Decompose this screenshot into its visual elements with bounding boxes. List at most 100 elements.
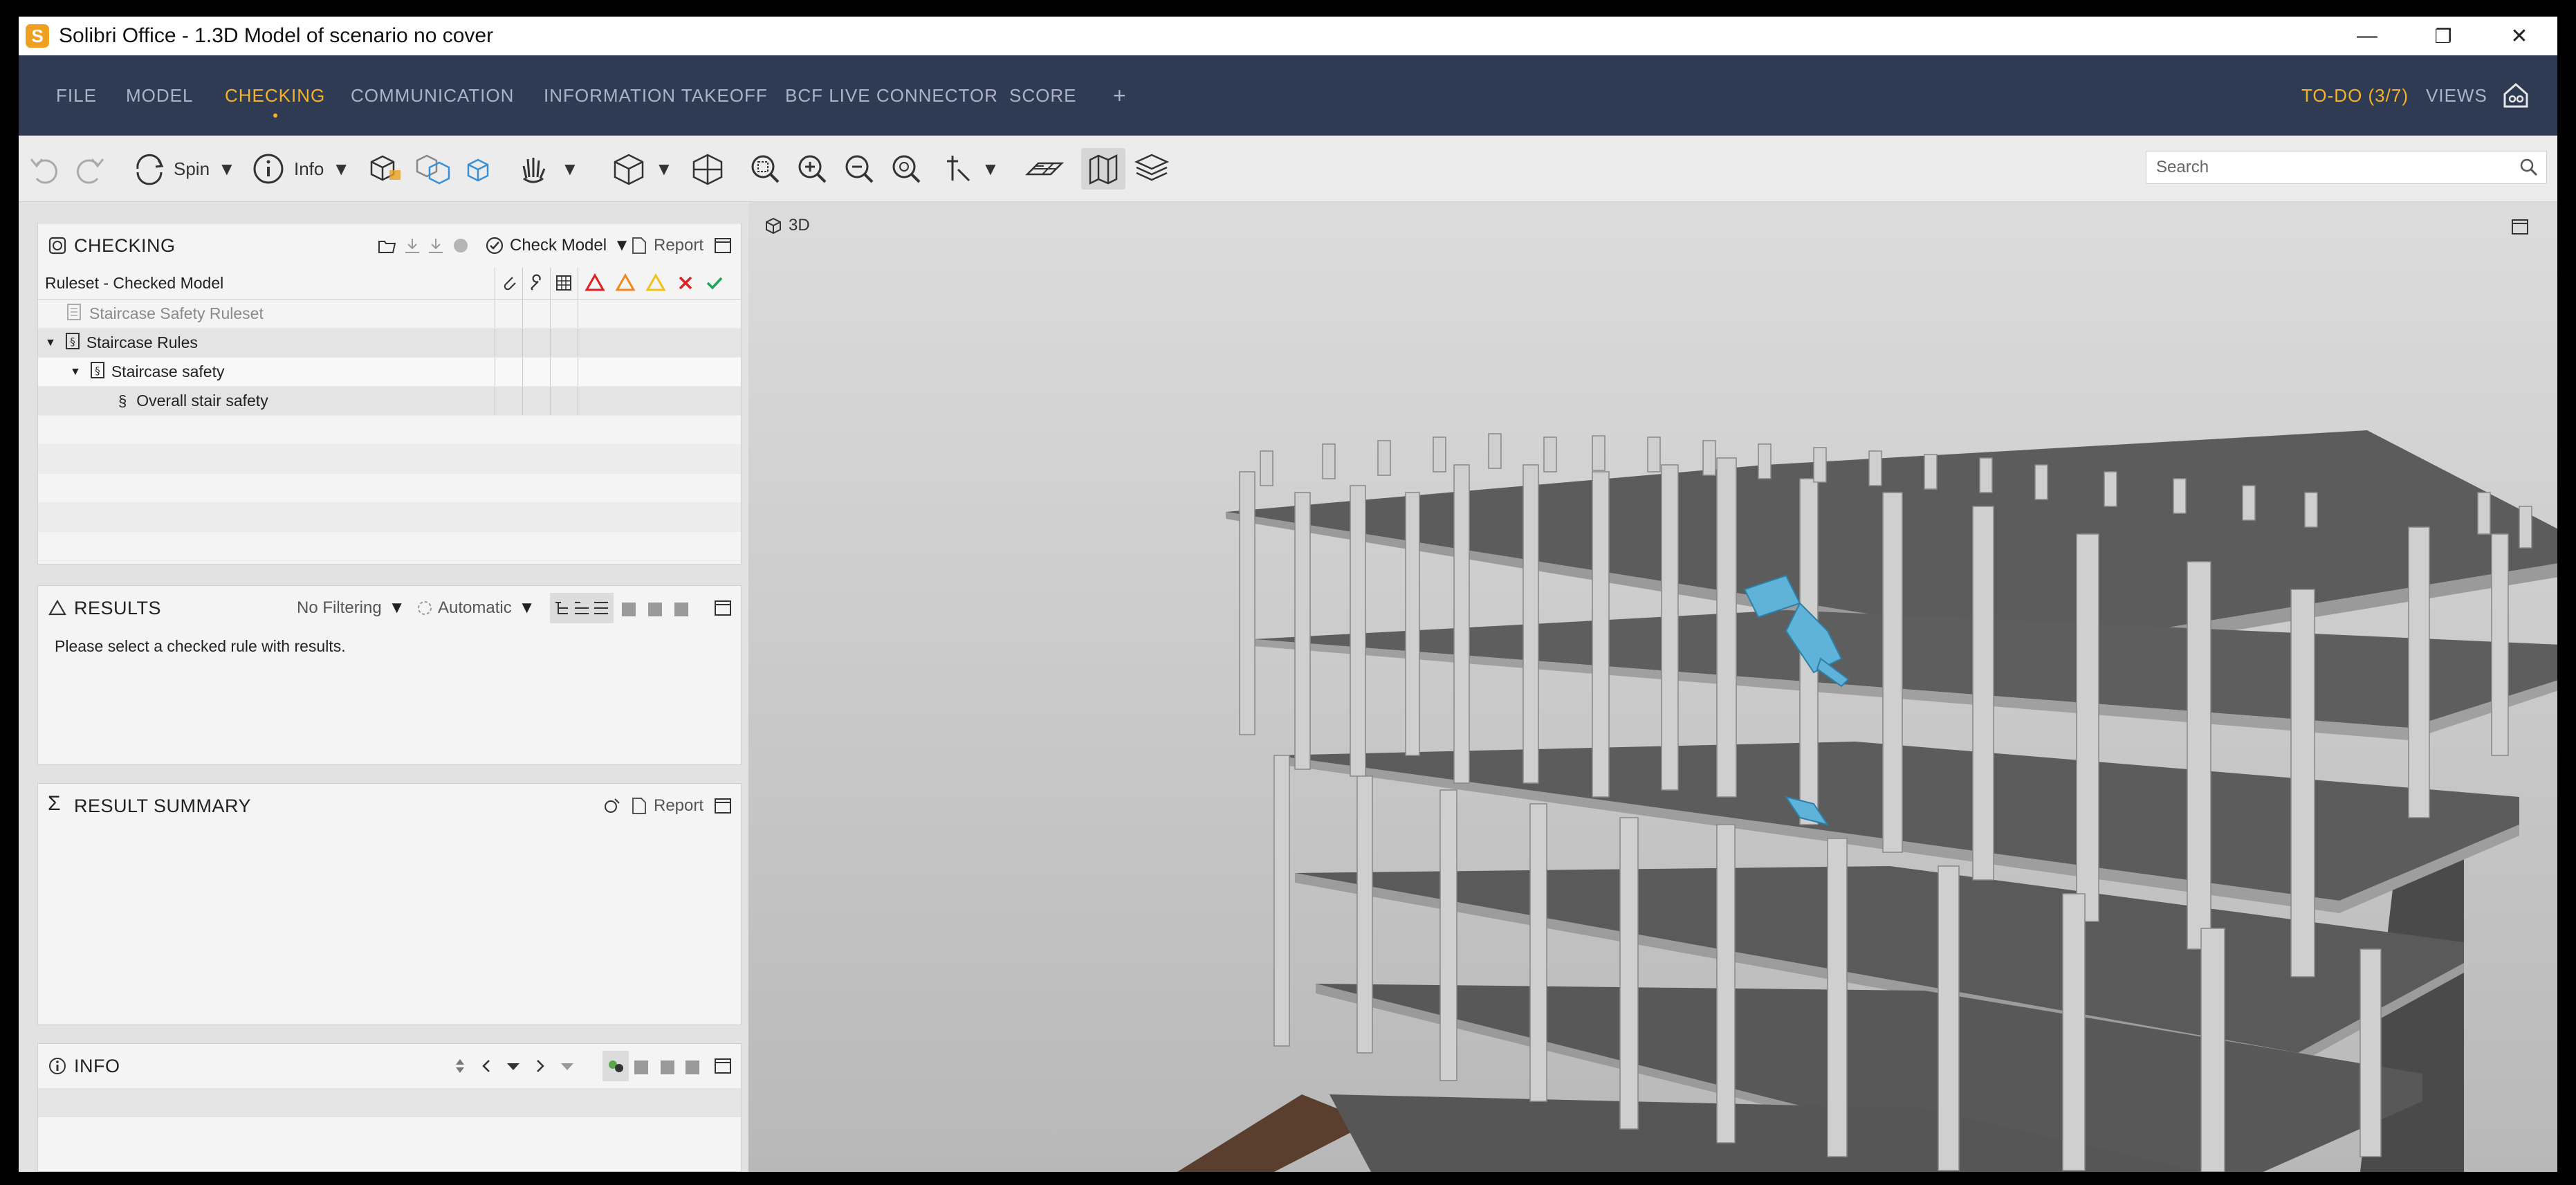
chevron-down-icon[interactable]: ▼: [561, 158, 579, 180]
checking-icon: [48, 236, 67, 260]
empty-row: [38, 445, 741, 474]
results-panel-header: RESULTS No Filtering ▼ Automatic ▼: [38, 586, 741, 630]
low-issue-icon[interactable]: [645, 273, 666, 297]
open-ruleset-icon[interactable]: [377, 223, 398, 268]
menu-score[interactable]: SCORE: [1009, 55, 1076, 136]
redo-icon[interactable]: [70, 148, 109, 190]
maximize-panel-icon[interactable]: [713, 223, 733, 268]
approved-icon[interactable]: [705, 273, 724, 297]
info-mode-button[interactable]: Info ▼: [250, 148, 350, 190]
chevron-down-icon[interactable]: ▼: [389, 598, 405, 618]
result-view-options[interactable]: [550, 593, 614, 623]
stop-icon[interactable]: [452, 223, 470, 268]
info-panel-title: INFO: [74, 1055, 120, 1076]
spin-mode-button[interactable]: Spin ▼: [131, 148, 236, 190]
section-box-icon[interactable]: [687, 148, 728, 190]
zoom-in-icon[interactable]: [793, 148, 831, 190]
maximize-panel-icon[interactable]: [713, 586, 733, 630]
expander-icon[interactable]: ▼: [45, 337, 56, 349]
add-tab-button[interactable]: +: [1113, 55, 1127, 136]
result-summary-panel: Σ RESULT SUMMARY Report: [37, 783, 742, 1025]
menu-checking[interactable]: CHECKING: [225, 55, 325, 136]
summary-report-button[interactable]: Report: [630, 784, 703, 828]
mode-label: Automatic: [438, 598, 512, 617]
summary-settings-icon[interactable]: [602, 784, 622, 828]
chevron-down-icon[interactable]: ▼: [614, 236, 630, 255]
menu-bcf-live-connector[interactable]: BCF LIVE CONNECTOR: [785, 55, 998, 136]
check-model-button[interactable]: Check Model ▼: [485, 223, 630, 268]
moderate-issue-icon[interactable]: [615, 273, 636, 297]
rejected-icon[interactable]: [676, 273, 695, 297]
warning-outline-icon: [48, 598, 67, 623]
minimize-button[interactable]: —: [2329, 17, 2405, 55]
views-link[interactable]: VIEWS: [2426, 55, 2487, 136]
building-model[interactable]: [748, 202, 2557, 1172]
empty-row: [38, 532, 741, 561]
restore-button[interactable]: ❐: [2405, 17, 2481, 55]
undo-icon[interactable]: [26, 148, 64, 190]
results-panel: RESULTS No Filtering ▼ Automatic ▼ Pleas…: [37, 585, 742, 765]
menu-information-takeoff[interactable]: INFORMATION TAKEOFF: [544, 55, 768, 136]
clipboard-icons[interactable]: [619, 586, 699, 630]
tree-row-staircase-safety[interactable]: ▼ § Staircase safety: [38, 358, 741, 387]
chevron-down-icon[interactable]: ▼: [332, 158, 350, 180]
view-cube-icon[interactable]: ▼: [608, 148, 673, 190]
hide-objects-icon[interactable]: [412, 148, 453, 190]
sigma-icon: Σ: [48, 792, 61, 815]
filter-label: No Filtering: [297, 598, 382, 617]
chevron-down-icon[interactable]: ▼: [655, 158, 673, 180]
critical-issue-icon[interactable]: [585, 273, 605, 297]
home-icon[interactable]: [2501, 55, 2531, 136]
zoom-fit-icon[interactable]: [746, 148, 784, 190]
3d-viewport[interactable]: 3D: [748, 202, 2557, 1172]
map-icon[interactable]: [1081, 148, 1125, 190]
chevron-down-icon[interactable]: ▼: [218, 158, 236, 180]
filter-dropdown[interactable]: No Filtering ▼: [297, 586, 405, 630]
info-panel: INFO: [37, 1043, 742, 1172]
tree-row-overall-stair-safety[interactable]: § Overall stair safety: [38, 387, 741, 416]
chevron-down-icon[interactable]: ▼: [519, 598, 535, 618]
summary-report-label: Report: [654, 796, 704, 815]
results-panel-title: RESULTS: [74, 597, 162, 618]
hand-select-icon[interactable]: ▼: [514, 148, 579, 190]
zoom-selected-icon[interactable]: [887, 148, 925, 190]
empty-row: [38, 474, 741, 503]
info-navigation[interactable]: [453, 1044, 591, 1088]
measure-icon[interactable]: ▼: [939, 148, 1000, 190]
ruleset-tree-table: Ruleset - Checked Model Staircase Safety…: [38, 268, 741, 561]
layers-icon[interactable]: [1131, 148, 1172, 190]
result-summary-header: Σ RESULT SUMMARY Report: [38, 784, 741, 828]
report-button[interactable]: Report: [630, 223, 703, 268]
tree-row-staircase-rules[interactable]: ▼ § Staircase Rules: [38, 329, 741, 358]
attachment-icon: [500, 273, 519, 297]
clipboard-icons[interactable]: [633, 1044, 702, 1088]
maximize-panel-icon[interactable]: [713, 784, 733, 828]
tree-row-label: Staircase Rules: [86, 333, 198, 351]
chevron-down-icon[interactable]: ▼: [982, 158, 1000, 180]
info-circle-icon: [48, 1056, 67, 1081]
search-input[interactable]: Search: [2146, 151, 2547, 184]
close-button[interactable]: ✕: [2481, 17, 2557, 55]
ruleset-icon: [66, 303, 82, 325]
expander-icon[interactable]: ▼: [70, 366, 81, 378]
screen-frame: S Solibri Office - 1.3D Model of scenari…: [0, 0, 2576, 1185]
download-alt-icon[interactable]: [427, 223, 445, 268]
info-view-toggle[interactable]: [602, 1051, 629, 1081]
menu-model[interactable]: MODEL: [126, 55, 193, 136]
checking-panel: CHECKING Check Model ▼ Report Ruleset - …: [37, 223, 742, 564]
menu-communication[interactable]: COMMUNICATION: [351, 55, 514, 136]
svg-text:§: §: [95, 365, 100, 377]
svg-text:§: §: [70, 336, 75, 348]
download-icon[interactable]: [403, 223, 421, 268]
search-icon[interactable]: [2519, 157, 2539, 183]
maximize-panel-icon[interactable]: [713, 1044, 733, 1088]
menu-file[interactable]: FILE: [56, 55, 97, 136]
zoom-out-icon[interactable]: [840, 148, 878, 190]
tree-row-ruleset[interactable]: Staircase Safety Ruleset: [38, 300, 741, 329]
box-select-icon[interactable]: [365, 148, 406, 190]
isolate-icon[interactable]: [459, 148, 497, 190]
floor-plan-icon[interactable]: [1023, 148, 1065, 190]
mode-dropdown[interactable]: Automatic ▼: [416, 586, 535, 630]
empty-row: [38, 416, 741, 445]
todo-link[interactable]: TO-DO (3/7): [2301, 55, 2409, 136]
